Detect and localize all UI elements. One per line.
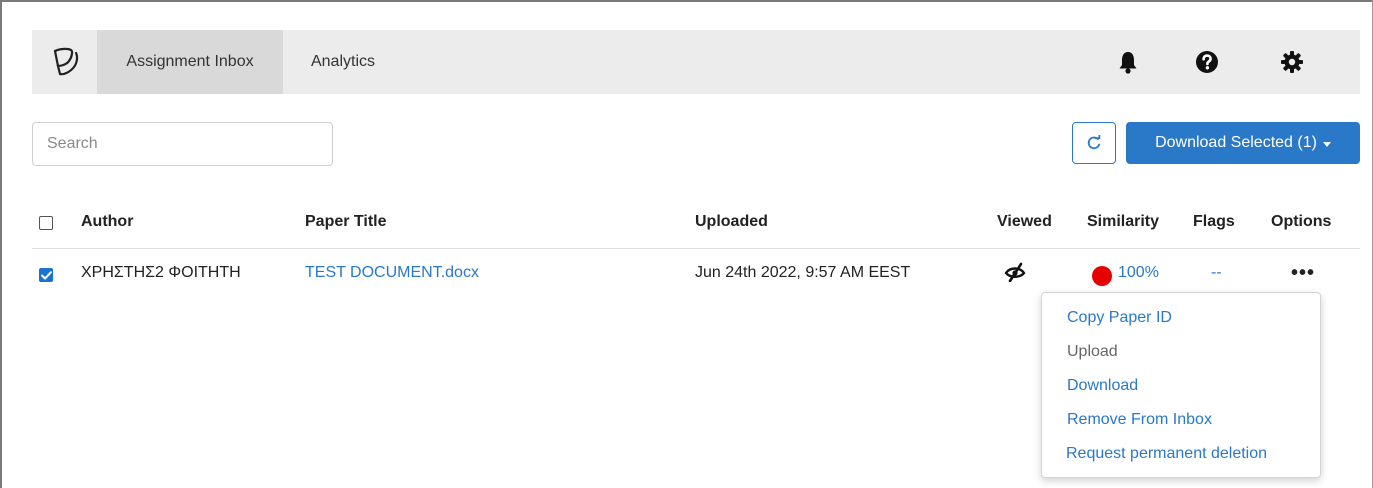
caret-down-icon xyxy=(1322,141,1331,147)
refresh-button[interactable] xyxy=(1072,122,1116,164)
tab-analytics[interactable]: Analytics xyxy=(283,30,403,94)
menu-item-upload: Upload xyxy=(1067,343,1118,360)
column-header-flags[interactable]: Flags xyxy=(1193,213,1235,231)
check-icon xyxy=(40,270,52,279)
refresh-icon xyxy=(1087,135,1101,150)
select-all-checkbox[interactable] xyxy=(39,216,53,230)
column-header-similarity[interactable]: Similarity xyxy=(1087,213,1159,231)
column-header-options: Options xyxy=(1271,213,1332,230)
download-selected-label: Download Selected (1) xyxy=(1155,134,1317,151)
gear-icon[interactable] xyxy=(1276,46,1308,78)
menu-item-download[interactable]: Download xyxy=(1067,377,1138,395)
menu-item-request-permanent-deletion[interactable]: Request permanent deletion xyxy=(1066,445,1267,463)
options-menu-button[interactable]: ••• xyxy=(1291,262,1315,285)
similarity-score-link[interactable]: 100% xyxy=(1118,264,1159,282)
uploaded-cell: Jun 24th 2022, 9:57 AM EEST xyxy=(695,264,911,281)
not-viewed-icon xyxy=(1001,262,1029,287)
tab-assignment-inbox[interactable]: Assignment Inbox xyxy=(97,30,283,94)
menu-item-remove-from-inbox[interactable]: Remove From Inbox xyxy=(1067,411,1212,429)
author-cell: ΧΡΗΣΤΗΣ2 ΦΟΙΤΗΤΗ xyxy=(81,264,241,281)
column-header-paper-title[interactable]: Paper Title xyxy=(305,213,387,231)
column-header-viewed[interactable]: Viewed xyxy=(997,213,1052,231)
column-header-author[interactable]: Author xyxy=(81,213,133,231)
paper-title-link[interactable]: TEST DOCUMENT.docx xyxy=(305,264,479,282)
menu-item-copy-paper-id[interactable]: Copy Paper ID xyxy=(1067,309,1172,327)
tab-label: Assignment Inbox xyxy=(126,53,254,70)
column-header-uploaded[interactable]: Uploaded xyxy=(695,213,768,231)
download-selected-button[interactable]: Download Selected (1) xyxy=(1126,122,1360,164)
help-icon[interactable] xyxy=(1191,46,1223,78)
row-checkbox[interactable] xyxy=(39,268,53,282)
flags-cell[interactable]: -- xyxy=(1211,264,1222,282)
app-logo[interactable] xyxy=(32,30,96,94)
top-navbar: Assignment Inbox Analytics xyxy=(32,30,1360,94)
table-header-divider xyxy=(32,248,1360,249)
logo-icon xyxy=(53,47,79,76)
tab-label: Analytics xyxy=(310,53,376,70)
similarity-indicator xyxy=(1092,266,1112,286)
bell-icon[interactable] xyxy=(1112,46,1144,78)
search-input[interactable] xyxy=(32,122,333,166)
